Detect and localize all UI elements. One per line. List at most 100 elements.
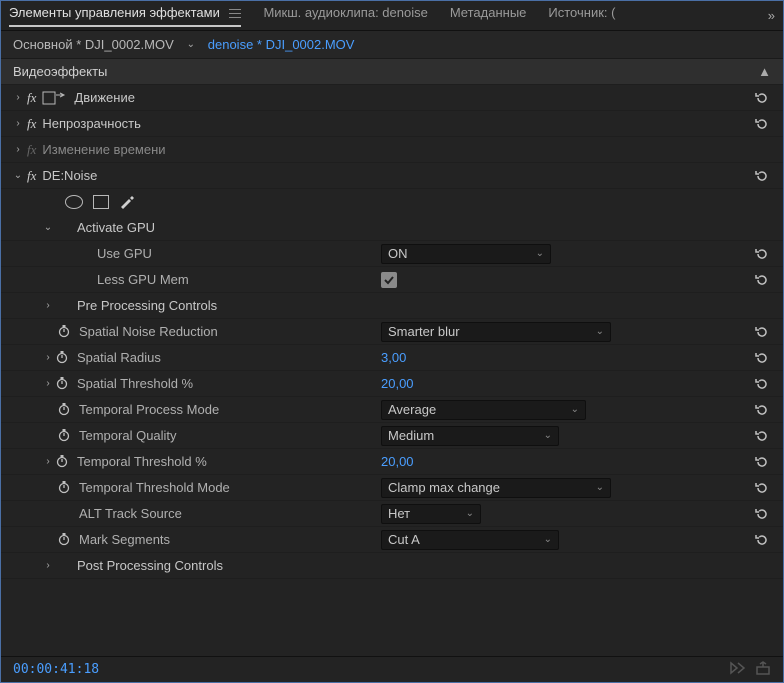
reset-button[interactable] <box>751 165 773 187</box>
param-row-mark-segments: Mark Segments Cut A ⌄ <box>1 527 783 553</box>
tab-effect-controls[interactable]: Элементы управления эффектами <box>9 5 241 26</box>
dropdown-mark-segments[interactable]: Cut A ⌄ <box>381 530 559 550</box>
param-value[interactable]: 20,00 <box>381 376 414 391</box>
tab-audio-mixer[interactable]: Микш. аудиоклипа: denoise <box>263 5 427 26</box>
group-row-post-processing: › Post Processing Controls <box>1 553 783 579</box>
param-value[interactable]: 20,00 <box>381 454 414 469</box>
breadcrumb-sequence[interactable]: denoise * DJI_0002.MOV <box>208 37 355 52</box>
reset-button[interactable] <box>751 321 773 343</box>
dropdown-spatial-nr[interactable]: Smarter blur ⌄ <box>381 322 611 342</box>
chevron-down-icon: ⌄ <box>466 508 474 519</box>
dropdown-value: Medium <box>388 428 434 443</box>
effect-row-denoise: ⌄ fx DE:Noise <box>1 163 783 189</box>
section-header-video-effects[interactable]: Видеоэффекты ▲ <box>1 59 783 85</box>
panel-menu-icon[interactable] <box>229 9 241 18</box>
effect-row-opacity: › fx Непрозрачность <box>1 111 783 137</box>
dropdown-use-gpu[interactable]: ON ⌄ <box>381 244 551 264</box>
param-label: Temporal Threshold % <box>77 454 207 469</box>
dropdown-temporal-threshold-mode[interactable]: Clamp max change ⌄ <box>381 478 611 498</box>
dropdown-value: Clamp max change <box>388 480 500 495</box>
dropdown-value: ON <box>388 246 408 261</box>
reset-button[interactable] <box>751 425 773 447</box>
collapse-up-icon[interactable]: ▲ <box>758 64 771 79</box>
panel-tabbar: Элементы управления эффектами Микш. ауди… <box>1 1 783 31</box>
mask-rectangle-icon[interactable] <box>93 195 109 209</box>
stopwatch-icon[interactable] <box>57 324 73 340</box>
export-icon[interactable] <box>755 661 771 678</box>
motion-transform-icon[interactable] <box>42 91 66 105</box>
reset-button[interactable] <box>751 503 773 525</box>
effect-rows: › fx Движение › fx Непрозрачность <box>1 85 783 656</box>
reset-button[interactable] <box>751 451 773 473</box>
chevron-down-icon[interactable]: ⌄ <box>184 39 198 50</box>
expand-arrow[interactable]: › <box>41 300 55 311</box>
param-label: Use GPU <box>97 246 152 261</box>
reset-button[interactable] <box>751 87 773 109</box>
reset-button[interactable] <box>751 347 773 369</box>
param-row-temporal-mode: Temporal Process Mode Average ⌄ <box>1 397 783 423</box>
mask-ellipse-icon[interactable] <box>65 195 83 209</box>
fx-badge-icon[interactable]: fx <box>27 90 36 106</box>
stopwatch-icon[interactable] <box>55 454 71 470</box>
chevron-down-icon: ⌄ <box>544 534 552 545</box>
param-label: Less GPU Mem <box>97 272 189 287</box>
stopwatch-icon[interactable] <box>57 428 73 444</box>
dropdown-temporal-quality[interactable]: Medium ⌄ <box>381 426 559 446</box>
tab-label: Элементы управления эффектами <box>9 5 220 20</box>
reset-button[interactable] <box>751 373 773 395</box>
group-label: Activate GPU <box>77 220 155 235</box>
param-label: Mark Segments <box>79 532 170 547</box>
param-label: Spatial Noise Reduction <box>79 324 218 339</box>
dropdown-temporal-mode[interactable]: Average ⌄ <box>381 400 586 420</box>
stopwatch-icon[interactable] <box>57 480 73 496</box>
param-row-spatial-radius: › Spatial Radius 3,00 <box>1 345 783 371</box>
param-label: ALT Track Source <box>79 506 182 521</box>
expand-arrow[interactable]: › <box>11 118 25 129</box>
stopwatch-icon[interactable] <box>57 532 73 548</box>
expand-arrow[interactable]: › <box>41 560 55 571</box>
mask-pen-icon[interactable] <box>119 193 135 212</box>
group-label: Post Processing Controls <box>77 558 223 573</box>
effect-label: DE:Noise <box>42 168 97 183</box>
expand-arrow[interactable]: › <box>41 456 55 467</box>
param-value[interactable]: 3,00 <box>381 350 406 365</box>
chevron-down-icon: ⌄ <box>536 248 544 259</box>
expand-arrow[interactable]: › <box>41 352 55 363</box>
play-forward-icon[interactable] <box>729 661 745 678</box>
param-row-spatial-threshold: › Spatial Threshold % 20,00 <box>1 371 783 397</box>
collapse-arrow[interactable]: ⌄ <box>11 170 25 181</box>
effect-row-motion: › fx Движение <box>1 85 783 111</box>
stopwatch-icon[interactable] <box>57 402 73 418</box>
expand-arrow[interactable]: › <box>11 92 25 103</box>
reset-button[interactable] <box>751 113 773 135</box>
effect-label: Изменение времени <box>42 142 165 157</box>
dropdown-value: Cut A <box>388 532 420 547</box>
expand-arrow[interactable]: › <box>11 144 25 155</box>
reset-button[interactable] <box>751 529 773 551</box>
mask-shapes-row <box>1 189 783 215</box>
stopwatch-icon[interactable] <box>55 376 71 392</box>
collapse-arrow[interactable]: ⌄ <box>41 222 55 233</box>
breadcrumb-clip: Основной * DJI_0002.MOV <box>13 37 174 52</box>
fx-badge-icon[interactable]: fx <box>27 168 36 184</box>
reset-button[interactable] <box>751 399 773 421</box>
panel-footer: 00:00:41:18 <box>1 656 783 682</box>
reset-button[interactable] <box>751 243 773 265</box>
tab-source[interactable]: Источник: ( <box>548 5 615 26</box>
timecode[interactable]: 00:00:41:18 <box>13 662 99 677</box>
reset-button[interactable] <box>751 269 773 291</box>
dropdown-alt-track[interactable]: Нет ⌄ <box>381 504 481 524</box>
expand-arrow[interactable]: › <box>41 378 55 389</box>
chevron-down-icon: ⌄ <box>544 430 552 441</box>
param-label: Spatial Threshold % <box>77 376 193 391</box>
reset-button[interactable] <box>751 477 773 499</box>
param-row-spatial-nr: Spatial Noise Reduction Smarter blur ⌄ <box>1 319 783 345</box>
dropdown-value: Нет <box>388 506 410 521</box>
stopwatch-icon[interactable] <box>55 350 71 366</box>
param-row-temporal-threshold: › Temporal Threshold % 20,00 <box>1 449 783 475</box>
checkbox-less-gpu-mem[interactable] <box>381 272 397 288</box>
tab-metadata[interactable]: Метаданные <box>450 5 527 26</box>
overflow-icon[interactable]: » <box>768 8 775 23</box>
fx-badge-icon[interactable]: fx <box>27 142 36 158</box>
fx-badge-icon[interactable]: fx <box>27 116 36 132</box>
